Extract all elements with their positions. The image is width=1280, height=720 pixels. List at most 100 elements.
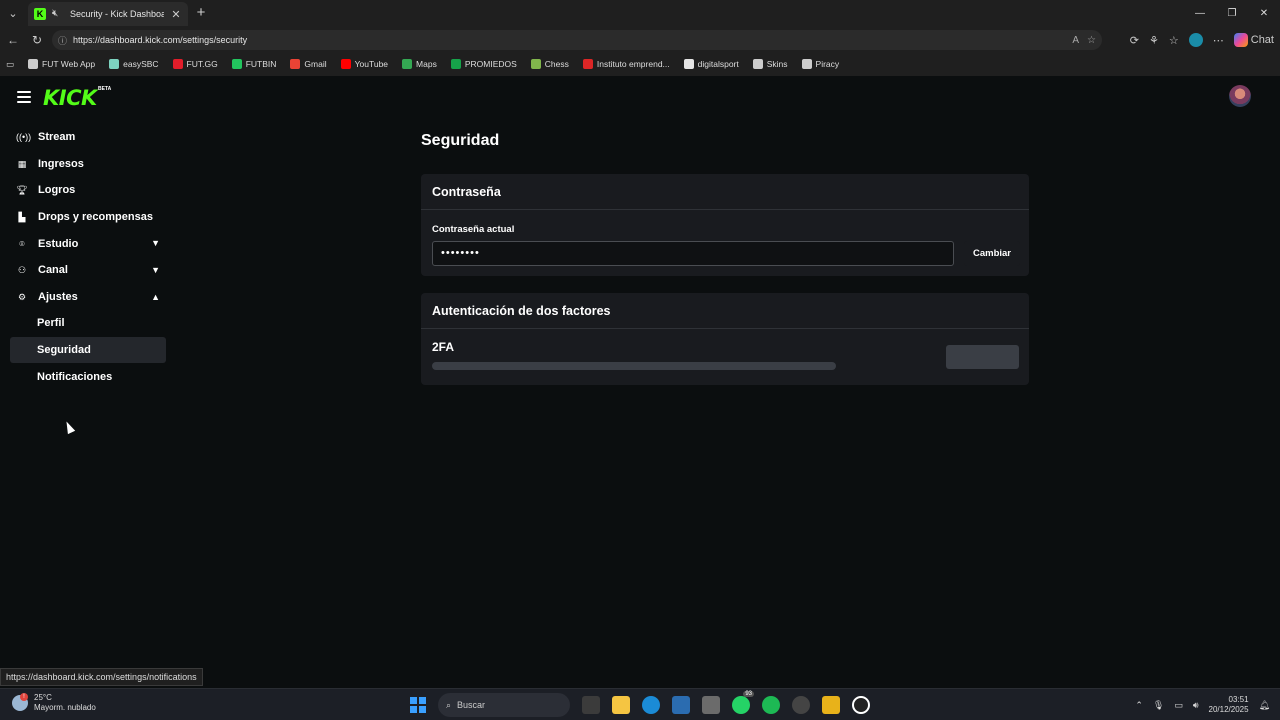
microphone-icon[interactable]: 🎙︎ [1153,700,1164,711]
bookmark-label: Chess [544,59,569,69]
bookmark-item[interactable]: Gmail [290,59,327,69]
taskbar-search[interactable]: ⌕ Buscar [438,693,570,717]
bookmark-favicon-icon [290,59,301,69]
sidebar-toggle-icon[interactable]: ▭ [6,59,14,70]
store-icon[interactable] [672,696,690,714]
toolbar-right: ⟳ ⚘ ☆ ⋯ Chat [1130,28,1280,52]
sidebar-subitem-notificaciones[interactable]: Notificaciones [10,363,166,390]
twofa-card: Autenticación de dos factores 2FA [421,293,1029,385]
extensions-icon[interactable]: ⚘ [1149,34,1159,47]
hamburger-menu-icon[interactable] [17,91,31,103]
reload-button[interactable]: ↻ [26,29,48,51]
network-icon[interactable]: ▭ [1174,700,1183,711]
spotify-icon[interactable] [762,696,780,714]
restore-button[interactable]: ❐ [1216,0,1248,28]
tab-list-button[interactable]: ⌄ [4,5,22,23]
sidebar-item-ajustes[interactable]: ⚙ Ajustes ▲ [10,284,166,311]
sidebar-item-estudio[interactable]: ⌾ Estudio ▼ [10,230,166,257]
clock[interactable]: 03:51 20/12/2025 [1209,695,1249,715]
change-password-button[interactable]: Cambiar [964,241,1020,266]
favorite-star-icon[interactable]: ☆ [1087,35,1096,46]
speaker-muted-icon[interactable]: 🔇︎ [52,8,64,20]
date: 20/12/2025 [1208,705,1249,714]
bookmark-favicon-icon [582,59,593,69]
minimize-button[interactable]: — [1184,0,1216,28]
beta-badge: BETA [98,86,112,92]
twofa-label: 2FA [432,340,455,354]
bookmark-item[interactable]: FUTBIN [231,59,276,69]
riot-client-icon[interactable] [852,696,870,714]
bookmark-item[interactable]: Maps [402,59,437,69]
sidebar-item-label: Estudio [38,237,79,250]
sidebar-item-label: Logros [38,184,76,197]
bookmark-favicon-icon [231,59,242,69]
bookmark-favicon-icon [109,59,120,69]
bookmark-label: Gmail [304,59,327,69]
bookmark-item[interactable]: FUT.GG [172,59,218,69]
sidebar-subitem-perfil[interactable]: Perfil [10,310,166,337]
close-window-button[interactable]: ✕ [1248,0,1280,28]
refresh-extension-icon[interactable]: ⟳ [1130,34,1139,47]
bookmark-item[interactable]: digitalsport [683,59,739,69]
sidebar-item-ingresos[interactable]: ▦ Ingresos [10,151,166,178]
task-view-icon[interactable] [582,696,600,714]
url-text[interactable]: https://dashboard.kick.com/settings/secu… [73,35,247,45]
search-icon: ⌕ [446,699,452,710]
broadcast-icon: ((•)) [16,132,32,143]
notifications-icon[interactable]: 🔔︎ [1259,700,1270,711]
alert-badge-icon: ! [20,693,28,701]
studio-icon: ⌾ [19,238,25,249]
bookmark-label: Skins [766,59,788,69]
address-bar[interactable]: ⓘ https://dashboard.kick.com/settings/se… [52,30,1102,50]
photos-icon[interactable] [702,696,720,714]
bookmark-item[interactable]: Skins [752,59,788,69]
bookmark-item[interactable]: PROMIEDOS [450,59,517,69]
site-info-icon[interactable]: ⓘ [58,34,67,47]
browser-tab[interactable]: K 🔇︎ Security - Kick Dashboard ✕ [28,2,188,26]
profile-extension-icon[interactable] [1188,33,1203,47]
sidebar-item-drops[interactable]: ▙ Drops y recompensas [10,204,166,231]
weather-widget[interactable]: ! 25°C Mayorm. nublado [12,693,96,713]
edge-browser-icon[interactable] [642,696,660,714]
bookmark-item[interactable]: easySBC [109,59,159,69]
bookmarks-bar: ▭ FUT Web App easySBC FUT.GG FUTBIN Gmail You… [0,54,1280,74]
chat-label: Chat [1250,34,1274,46]
bookmark-favicon-icon [340,59,351,69]
kick-logo[interactable]: KICK [43,86,97,110]
copilot-chat-button[interactable]: Chat [1233,33,1274,47]
sidebar-item-label: Drops y recompensas [38,211,153,224]
bookmark-item[interactable]: Piracy [801,59,840,69]
back-button[interactable]: ← [2,29,24,51]
favorites-icon[interactable]: ☆ [1169,34,1179,47]
bookmark-favicon-icon [530,59,541,69]
sidebar-subitem-seguridad[interactable]: Seguridad [10,336,166,364]
bookmark-item[interactable]: FUT Web App [28,59,95,69]
bookmark-item[interactable]: Chess [530,59,569,69]
sidebar-item-canal[interactable]: ⚇ Canal ▼ [10,257,166,284]
twofa-card-heading: Autenticación de dos factores [421,293,1029,329]
kick-dashboard: KICK BETA ((•)) Stream ▦ Ingresos 🏆︎ Log… [0,76,1280,688]
current-password-field[interactable]: •••••••• [432,241,954,266]
user-avatar[interactable] [1229,85,1251,107]
taskbar-apps: ⌕ Buscar 93 [410,691,870,717]
sidebar-item-logros[interactable]: 🏆︎ Logros [10,177,166,204]
chevron-up-icon[interactable]: ⌃ [1135,700,1143,711]
file-explorer-icon[interactable] [612,696,630,714]
copilot-icon [1233,33,1248,47]
bookmark-label: Instituto emprend... [596,59,670,69]
windows-start-icon[interactable] [410,697,426,713]
bookmark-item[interactable]: YouTube [340,59,388,69]
new-tab-button[interactable]: + [193,5,209,21]
app-icon[interactable] [822,696,840,714]
bookmark-item[interactable]: Instituto emprend... [582,59,670,69]
sidebar-item-stream[interactable]: ((•)) Stream [10,124,166,151]
read-aloud-icon[interactable]: A [1072,35,1079,46]
volume-icon[interactable]: 🔊︎ [1193,700,1199,711]
steam-icon[interactable] [792,696,810,714]
loading-skeleton-bar [432,362,836,370]
more-menu-icon[interactable]: ⋯ [1213,34,1224,47]
close-tab-icon[interactable]: ✕ [170,8,182,21]
mouse-cursor-icon [62,419,76,435]
bookmark-label: Piracy [815,59,840,69]
whatsapp-icon[interactable]: 93 [732,691,754,714]
